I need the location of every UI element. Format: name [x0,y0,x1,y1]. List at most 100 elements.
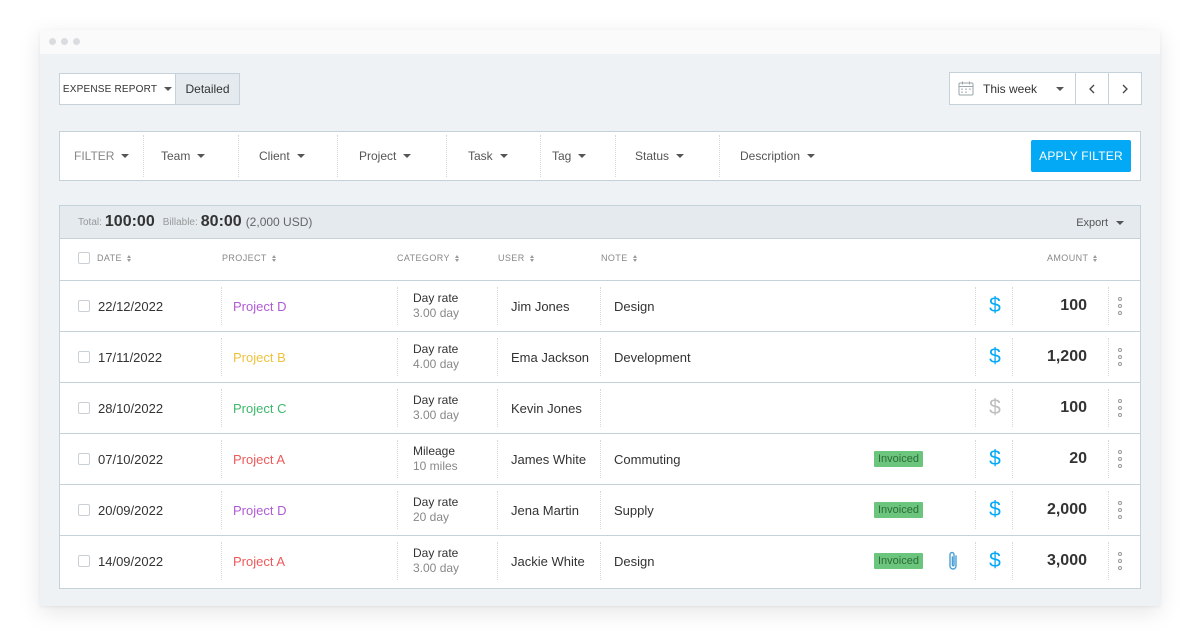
row-project[interactable]: Project D [233,485,286,535]
row-checkbox[interactable] [78,351,90,363]
table-row[interactable]: 14/09/2022 Project A Day rate 3.00 day J… [60,536,1140,587]
row-amount: 100 [1060,297,1087,314]
filter-divider [446,135,447,177]
filter-client[interactable]: Client [259,132,305,180]
row-project[interactable]: Project A [233,536,285,586]
row-project[interactable]: Project A [233,434,285,484]
row-project[interactable]: Project B [233,332,286,382]
column-header-user[interactable]: USER [498,253,534,263]
row-note: Design [614,553,655,569]
report-type-dropdown[interactable]: EXPENSE REPORT [60,74,175,104]
export-dropdown[interactable]: Export [1076,217,1124,229]
filter-task[interactable]: Task [468,132,508,180]
chevron-right-icon [1122,84,1128,93]
row-category-name: Mileage [413,444,456,458]
table-row[interactable]: 22/12/2022 Project D Day rate 3.00 day J… [60,281,1140,332]
row-date: 14/09/2022 [98,553,164,569]
row-checkbox[interactable] [78,453,90,465]
row-project[interactable]: Project D [233,281,286,331]
table-row[interactable]: 07/10/2022 Project A Mileage 10 miles Ja… [60,434,1140,485]
row-note: Development [614,349,691,365]
column-header-date[interactable]: DATE [97,253,131,263]
column-header-user-label: USER [498,253,525,263]
more-options-icon[interactable] [1118,485,1122,535]
attachment-paperclip-icon[interactable] [946,550,960,572]
caret-down-icon [164,87,173,91]
filter-description[interactable]: Description [740,132,816,180]
row-checkbox[interactable] [78,300,90,312]
caret-down-icon [197,154,206,158]
filter-status-label: Status [635,149,670,163]
row-checkbox[interactable] [78,555,90,567]
row-project[interactable]: Project C [233,383,286,433]
billable-label: Billable: [162,216,198,228]
detailed-tab[interactable]: Detailed [175,74,239,104]
row-category-quantity: 10 miles [413,459,458,473]
row-category: Day rate 20 day [413,485,458,535]
more-options-icon[interactable] [1118,281,1122,331]
row-category: Day rate 4.00 day [413,332,459,382]
column-header-date-label: DATE [97,253,122,263]
column-header-project[interactable]: PROJECT [222,253,276,263]
more-options-icon[interactable] [1118,434,1122,484]
apply-filter-button[interactable]: APPLY FILTER [1031,140,1131,172]
expense-table: DATE PROJECT CATEGORY USER NOTE AMOUNT 2… [59,238,1141,589]
sort-icon [529,254,534,262]
filter-divider [719,135,720,177]
column-header-amount-label: AMOUNT [1047,253,1089,263]
invoiced-badge: Invoiced [874,451,923,467]
report-type-label: EXPENSE REPORT [62,83,158,95]
row-checkbox[interactable] [78,402,90,414]
export-label: Export [1076,217,1108,229]
more-options-icon[interactable] [1118,536,1122,586]
filter-team[interactable]: Team [161,132,206,180]
filter-divider [238,135,239,177]
date-range-dropdown[interactable]: This week [950,73,1075,104]
sort-icon [126,254,131,262]
billable-dollar-icon[interactable]: $ [986,536,1004,586]
row-category-quantity: 3.00 day [413,561,460,575]
column-header-category[interactable]: CATEGORY [397,253,459,263]
billable-dollar-icon[interactable]: $ [986,434,1004,484]
select-all-checkbox[interactable] [78,252,90,264]
filter-tag[interactable]: Tag [552,132,587,180]
next-period-button[interactable] [1108,73,1141,104]
sort-icon [454,254,459,262]
sort-icon [632,254,637,262]
window-titlebar [40,30,1160,54]
row-category: Day rate 3.00 day [413,281,459,331]
row-note: Commuting [614,451,681,467]
sort-icon [1093,254,1098,262]
billable-dollar-icon[interactable]: $ [986,281,1004,331]
row-category-name: Day rate [413,342,459,356]
filter-status[interactable]: Status [635,132,685,180]
filter-divider [143,135,144,177]
filter-project[interactable]: Project [359,132,412,180]
more-options-icon[interactable] [1118,383,1122,433]
window-dot[interactable] [61,38,68,45]
column-header-note[interactable]: NOTE [601,253,637,263]
caret-down-icon [296,154,305,158]
previous-period-button[interactable] [1075,73,1108,104]
row-category: Day rate 3.00 day [413,536,459,586]
window-dot[interactable] [73,38,80,45]
row-attachment-slot[interactable] [946,536,960,586]
more-options-icon[interactable] [1118,332,1122,382]
billable-dollar-icon[interactable]: $ [986,485,1004,535]
caret-down-icon [121,154,130,158]
invoiced-badge: Invoiced [874,502,923,518]
table-row[interactable]: 20/09/2022 Project D Day rate 20 day Jen… [60,485,1140,536]
row-amount: 20 [1069,450,1087,467]
table-row[interactable]: 17/11/2022 Project B Day rate 4.00 day E… [60,332,1140,383]
filter-dropdown[interactable]: FILTER [74,132,130,180]
column-header-project-label: PROJECT [222,253,267,263]
billable-dollar-icon[interactable]: $ [986,332,1004,382]
row-amount: 2,000 [1046,501,1087,518]
column-header-amount[interactable]: AMOUNT [1047,253,1098,263]
window-dot[interactable] [49,38,56,45]
row-checkbox[interactable] [78,504,90,516]
non-billable-dollar-icon[interactable]: $ [986,383,1004,433]
table-row[interactable]: 28/10/2022 Project C Day rate 3.00 day K… [60,383,1140,434]
row-date: 20/09/2022 [98,502,164,518]
row-category-quantity: 4.00 day [413,357,460,371]
